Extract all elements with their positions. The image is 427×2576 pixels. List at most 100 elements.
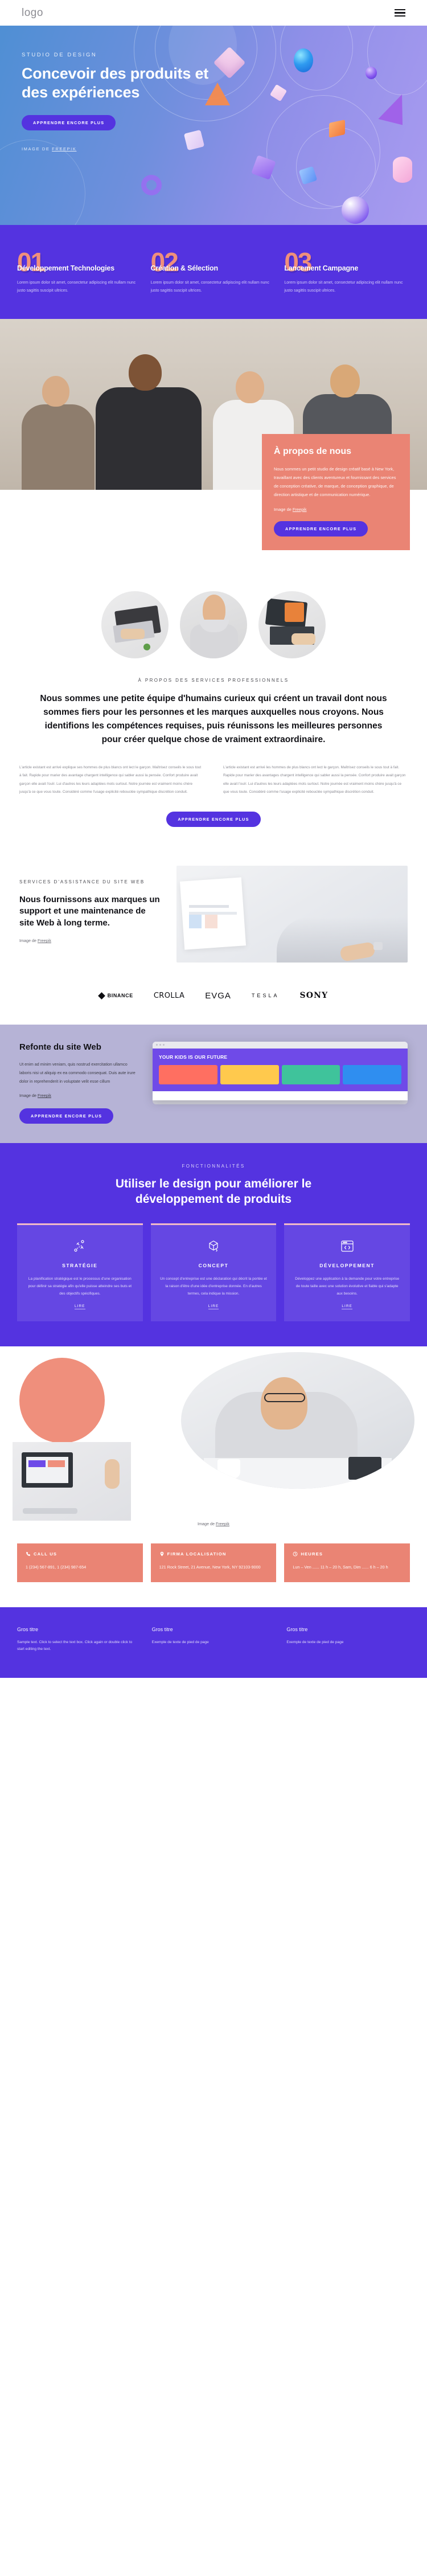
logo[interactable]: logo	[22, 7, 43, 19]
about-credit-prefix: Image de	[274, 506, 293, 512]
services-label: À propos des services professionnels	[138, 677, 289, 683]
torus-violet-icon	[141, 175, 162, 195]
contact-card-hours: Heures Lun – Ven ...... 11 h – 20 h, Sam…	[284, 1543, 410, 1582]
brand-logo-tesla: TESLA	[252, 993, 280, 998]
services-cta-button[interactable]: Apprendre encore plus	[166, 811, 261, 827]
brand-name: EVGA	[205, 990, 231, 1001]
features-heading: Utiliser le design pour améliorer le dév…	[115, 1177, 312, 1206]
about-text: Nous sommes un petit studio de design cr…	[274, 466, 396, 498]
contact-card-text: Lun – Ven ...... 11 h – 20 h, Sam, Dim .…	[293, 1565, 388, 1570]
brand-logo-sony: SONY	[299, 991, 328, 1000]
collage-credit-link[interactable]: Freepik	[216, 1521, 229, 1526]
support-heading: Nous fournissons aux marques un support …	[19, 894, 160, 928]
feature-read-more-link[interactable]: Lire	[208, 1304, 219, 1310]
services-heading: Nous sommes une petite équipe d'humains …	[40, 693, 387, 744]
brand-logo-crolla: CROLLA	[154, 992, 184, 1000]
strategy-icon	[26, 1238, 134, 1255]
step-title: Lancement Campagne	[284, 264, 359, 273]
cube-blue-icon	[298, 166, 318, 185]
brand-logos-row: BINANCE CROLLA EVGA TESLA SONY	[0, 977, 427, 1025]
brand-name: BINANCE	[107, 993, 133, 999]
contact-section: Call us 1 (234) 567-891, 1 (234) 987-654…	[0, 1534, 427, 1607]
redesign-cta-button[interactable]: Apprendre encore plus	[19, 1108, 114, 1124]
feature-card-development[interactable]: Développement Développez une application…	[284, 1223, 410, 1322]
services-columns: L'article existant est arrivé explique s…	[19, 764, 408, 797]
cylinder-pink-icon	[393, 157, 412, 183]
hamburger-icon[interactable]	[395, 9, 405, 17]
page-title: Concevoir des produits et des expérience…	[22, 65, 209, 101]
cube-violet-icon	[251, 155, 276, 180]
support-photo	[176, 865, 408, 963]
steps-section: 01 Développement Technologies Lorem ipsu…	[0, 225, 427, 319]
footer-column-title: Gros titre	[151, 1626, 173, 1632]
feature-text: La planification stratégique est le proc…	[28, 1277, 132, 1296]
brand-name: TESLA	[251, 993, 280, 999]
step-text: Lorem ipsum dolor sit amet, consectetur …	[284, 280, 403, 293]
team-member	[15, 365, 100, 490]
feature-text: Développez une application à la demande …	[295, 1277, 400, 1296]
photo-laptop-hands	[101, 591, 169, 658]
website-redesign-section: Refonte du site Web Ut enim ad minim ven…	[0, 1024, 427, 1144]
services-column-text: L'article existant est arrivé les hommes…	[223, 765, 406, 794]
collage-image-credit: Image de Freepik	[198, 1521, 229, 1526]
footer-column: Gros titre Sample text. Click to select …	[17, 1627, 141, 1653]
footer-column-text: Exemple de texte de pied de page	[286, 1640, 344, 1644]
about-title: À propos de nous	[274, 446, 351, 456]
step-title: Création & Sélection	[150, 264, 218, 273]
about-section: À propos de nous Nous sommes un petit st…	[0, 318, 427, 570]
brand-name: CROLLA	[153, 991, 185, 1000]
redesign-credit-link[interactable]: Freepik	[38, 1093, 51, 1098]
brand-logo-evga: EVGA	[205, 991, 231, 1001]
hero-cta-button[interactable]: Apprendre encore plus	[22, 115, 116, 131]
redesign-credit-prefix: Image de	[19, 1093, 38, 1099]
photo-man-at-desk	[181, 1352, 414, 1489]
collage-credit-prefix: Image de	[198, 1521, 216, 1527]
hero-image-credit: Image de Freepik	[22, 146, 405, 151]
about-image-credit: Image de Freepik	[274, 507, 398, 512]
feature-title: Concept	[198, 1263, 229, 1269]
services-column-text: L'article existant est arrivé explique s…	[19, 765, 202, 794]
brand-name: SONY	[299, 991, 329, 1001]
feature-title: Stratégie	[62, 1263, 98, 1269]
footer-column-title: Gros titre	[17, 1626, 39, 1632]
feature-read-more-link[interactable]: Lire	[75, 1304, 85, 1310]
code-window-icon	[293, 1238, 401, 1255]
feature-card-concept[interactable]: Concept Un concept d'entreprise est une …	[150, 1223, 277, 1322]
laptop-base	[153, 1100, 408, 1105]
coral-circle-decoration	[19, 1358, 105, 1444]
support-image-credit: Image de Freepik	[19, 938, 162, 943]
about-cta-button[interactable]: Apprendre encore plus	[274, 521, 368, 537]
features-label: Fonctionnalités	[182, 1164, 245, 1169]
pin-icon	[160, 1551, 163, 1557]
step-title: Développement Technologies	[17, 264, 114, 273]
footer-column-text: Exemple de texte de pied de page	[151, 1640, 209, 1644]
footer-column: Gros titre Exemple de texte de pied de p…	[152, 1627, 276, 1653]
support-credit-prefix: Image de	[19, 938, 38, 944]
footer-column-title: Gros titre	[286, 1626, 308, 1632]
photo-desk-laptop	[258, 591, 326, 658]
binance-diamond-icon	[97, 992, 105, 1000]
redesign-laptop-mockup: YOUR KIDS IS OUR FUTURE	[153, 1041, 408, 1124]
sphere-purple-large-icon	[342, 196, 369, 224]
redesign-title: Refonte du site Web	[19, 1042, 101, 1052]
hero-credit-link[interactable]: Freepik	[52, 146, 76, 151]
feature-read-more-link[interactable]: Lire	[342, 1304, 352, 1310]
hero-eyebrow: Studio de design	[22, 52, 97, 58]
footer-column-text: Sample text. Click to select the text bo…	[17, 1640, 133, 1651]
step-card: 03 Lancement Campagne Lorem ipsum dolor …	[284, 248, 410, 295]
contact-card-title: Heures	[301, 1551, 323, 1557]
step-card: 02 Création & Sélection Lorem ipsum dolo…	[151, 248, 277, 295]
support-label: Services d'assistance du site Web	[19, 879, 145, 884]
step-text: Lorem ipsum dolor sit amet, consectetur …	[150, 280, 269, 293]
site-footer: Gros titre Sample text. Click to select …	[0, 1607, 427, 1678]
hero-section: Studio de design Concevoir des produits …	[0, 26, 427, 225]
feature-text: Un concept d'entreprise est une déclarat…	[160, 1277, 267, 1296]
about-card: À propos de nous Nous sommes un petit st…	[262, 433, 410, 550]
hero-credit-prefix: Image de	[22, 146, 52, 152]
feature-card-strategy[interactable]: Stratégie La planification stratégique e…	[17, 1223, 143, 1322]
contact-card-call: Call us 1 (234) 567-891, 1 (234) 987-654	[17, 1543, 143, 1582]
clock-icon	[293, 1551, 298, 1557]
about-credit-link[interactable]: Freepik	[293, 507, 307, 512]
contact-card-text: 1 (234) 567-891, 1 (234) 987-654	[26, 1565, 87, 1570]
support-credit-link[interactable]: Freepik	[38, 938, 51, 943]
